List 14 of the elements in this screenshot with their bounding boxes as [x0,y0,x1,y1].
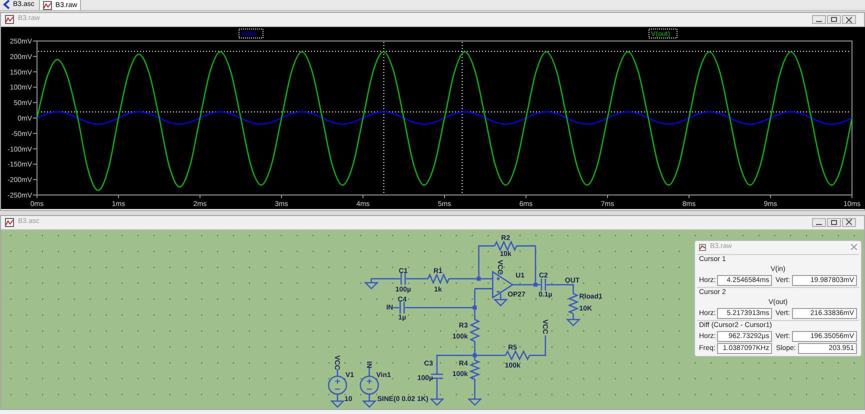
cursor-line[interactable] [383,42,384,194]
chart-icon [699,244,706,250]
chart-icon [5,15,14,24]
chart-icon [5,218,14,227]
cursor-line[interactable] [38,50,852,52]
chart-icon [43,0,52,10]
restore-icon[interactable] [827,218,841,227]
close-icon[interactable] [842,15,856,24]
cursor-line[interactable] [462,42,463,194]
chevron-icon [3,0,10,9]
minimize-icon[interactable] [812,15,826,24]
minimize-icon[interactable] [812,218,826,227]
restore-icon[interactable] [827,15,841,24]
close-icon[interactable] [842,218,856,227]
